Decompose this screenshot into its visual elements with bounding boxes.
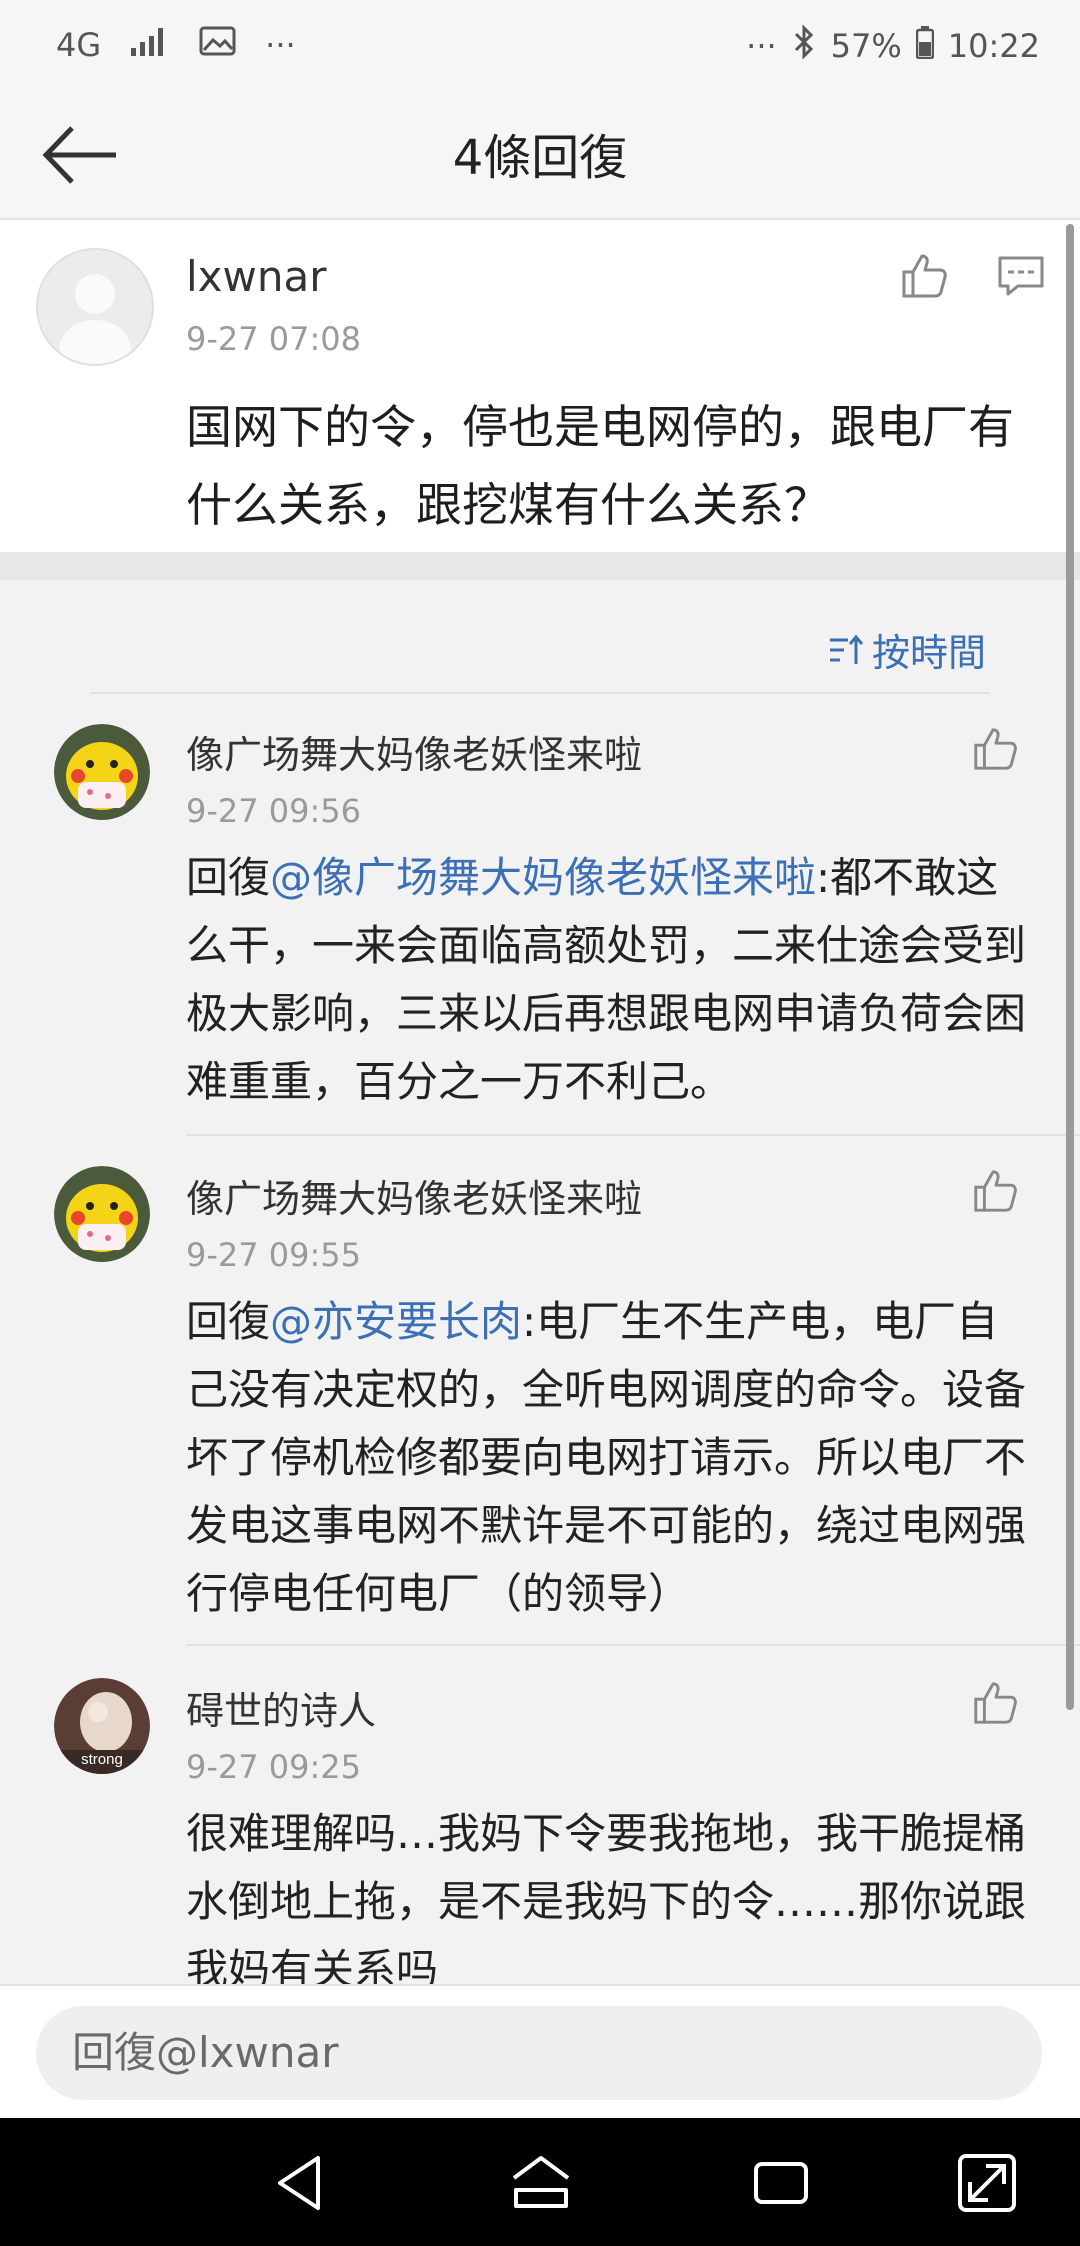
person-icon xyxy=(59,274,131,364)
user-avatar[interactable] xyxy=(54,724,150,820)
like-button[interactable] xyxy=(970,1166,1020,1220)
like-button[interactable] xyxy=(970,724,1020,778)
nav-back-button[interactable] xyxy=(266,2148,336,2218)
reply-item: strong 碍世的诗人 9-27 09:25 很难理解吗…我妈下令要我拖地，我… xyxy=(0,1656,1080,1984)
reply-item: 像广场舞大妈像老妖怪来啦 9-27 09:55 回復@亦安要长肉:电厂生不生产电… xyxy=(0,1144,1080,1646)
reply-composer: 回復@lxwnar xyxy=(0,1984,1080,2120)
triangle-back-icon xyxy=(278,2156,320,2210)
sort-by-time-button[interactable]: 按時間 xyxy=(828,622,986,677)
status-right: ··· 57% 10:22 xyxy=(746,24,1040,68)
sort-icon xyxy=(829,634,864,664)
reply-input[interactable]: 回復@lxwnar xyxy=(36,2006,1042,2100)
default-avatar[interactable] xyxy=(36,248,154,366)
comment-icon xyxy=(998,256,1044,296)
reply-content: 回復@像广场舞大妈像老妖怪来啦:都不敢这么干，一来会面临高额处罚，二来仕途会受到… xyxy=(186,844,1036,1116)
home-icon xyxy=(512,2156,570,2208)
user-avatar[interactable] xyxy=(54,1166,150,1262)
reply-time: 9-27 09:25 xyxy=(186,1748,362,1786)
comment-button[interactable] xyxy=(996,252,1046,306)
system-nav-bar xyxy=(0,2118,1080,2246)
page-title: 4條回復 xyxy=(452,130,628,186)
clock: 10:22 xyxy=(947,27,1040,65)
bluetooth-icon xyxy=(791,24,817,68)
sort-label: 按時間 xyxy=(871,631,986,675)
image-notification-icon xyxy=(199,25,237,65)
section-divider xyxy=(0,552,1080,580)
post-author[interactable]: lxwnar xyxy=(186,252,327,301)
battery-icon xyxy=(915,25,935,67)
status-more-dots: ··· xyxy=(746,27,777,65)
scrollbar[interactable] xyxy=(1066,224,1074,1710)
reply-divider xyxy=(186,1644,1080,1646)
post-content: 国网下的令，停也是电网停的，跟电厂有什么关系，跟挖煤有什么关系？ xyxy=(186,400,1014,532)
user-avatar[interactable]: strong xyxy=(54,1678,150,1774)
post-time: 9-27 07:08 xyxy=(186,320,362,358)
header-bar: 4條回復 xyxy=(0,90,1080,220)
nav-expand-button[interactable] xyxy=(952,2148,1022,2218)
reply-item: 像广场舞大妈像老妖怪来啦 9-27 09:56 回復@像广场舞大妈像老妖怪来啦:… xyxy=(0,700,1080,1136)
thumbs-up-icon xyxy=(902,254,947,298)
reply-time: 9-27 09:55 xyxy=(186,1236,362,1274)
thumbs-up-icon xyxy=(974,728,1017,770)
avatar-caption: strong xyxy=(81,1751,123,1768)
reply-time: 9-27 09:56 xyxy=(186,792,362,830)
reply-author[interactable]: 像广场舞大妈像老妖怪来啦 xyxy=(186,724,642,779)
pikachu-avatar-icon xyxy=(54,1166,150,1262)
sort-row: 按時間 xyxy=(90,580,990,694)
pikachu-avatar-icon xyxy=(54,724,150,820)
like-button[interactable] xyxy=(898,250,950,306)
reply-author[interactable]: 像广场舞大妈像老妖怪来啦 xyxy=(186,1168,642,1223)
reply-divider xyxy=(186,1134,1080,1136)
thumbs-up-icon xyxy=(974,1170,1017,1212)
nav-home-button[interactable] xyxy=(506,2148,576,2218)
expand-icon xyxy=(958,2154,1016,2212)
reply-content: 回復@亦安要长肉:电厂生不生产电，电厂自己没有决定权的，全听电网调度的命令。设备… xyxy=(186,1288,1036,1628)
status-left: 4G ··· xyxy=(56,24,296,66)
reply-prefix: 回復 xyxy=(186,1297,271,1346)
network-type: 4G xyxy=(56,26,102,64)
nav-recents-button[interactable] xyxy=(746,2148,816,2218)
photo-avatar-icon: strong xyxy=(54,1678,150,1774)
thumbs-up-icon xyxy=(974,1682,1017,1724)
signal-icon xyxy=(129,24,171,66)
reply-prefix: 回復 xyxy=(186,853,271,902)
like-button[interactable] xyxy=(970,1678,1020,1732)
reply-content: 很难理解吗…我妈下令要我拖地，我干脆提桶水倒地上拖，是不是我妈下的令……那你说跟… xyxy=(186,1809,1027,1984)
mention-link[interactable]: @像广场舞大妈像老妖怪来啦 xyxy=(270,853,816,902)
recents-icon xyxy=(754,2162,808,2204)
more-notifications: ··· xyxy=(265,26,296,64)
main-post: lxwnar 9-27 07:08 国网下的令，停也是电网停的，跟电厂有什么关系… xyxy=(0,220,1080,552)
mention-link[interactable]: @亦安要长肉 xyxy=(270,1297,522,1346)
status-bar: 4G ··· ··· 57% 10:22 xyxy=(0,0,1080,90)
battery-percent: 57% xyxy=(830,27,902,65)
reply-author[interactable]: 碍世的诗人 xyxy=(186,1680,376,1735)
